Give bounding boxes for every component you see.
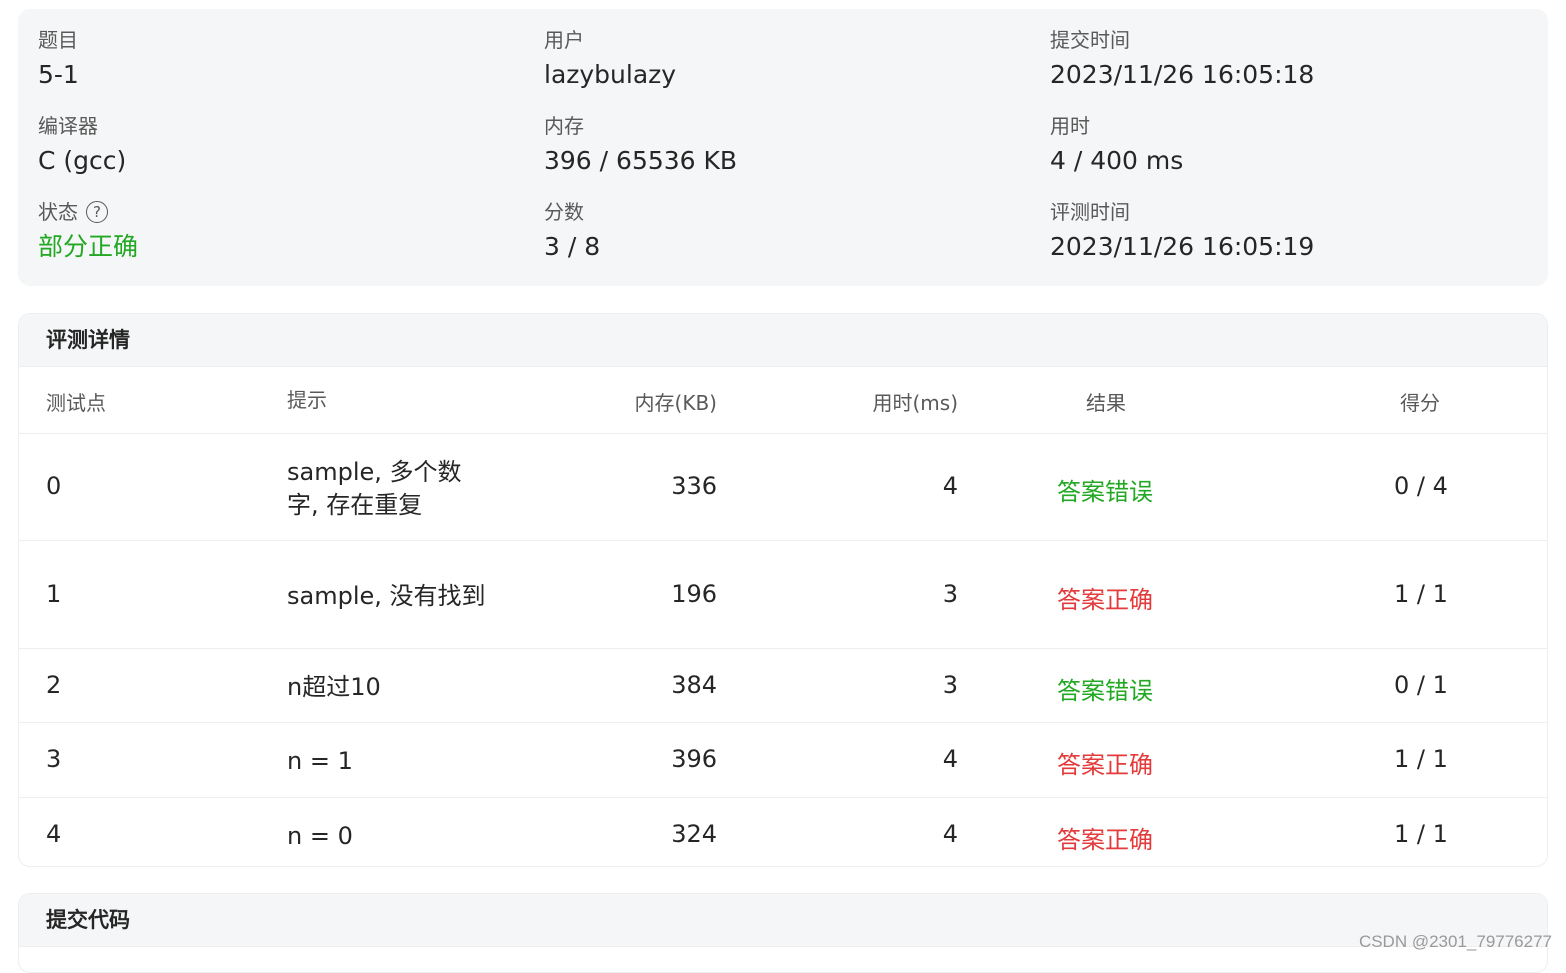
cell-result: 答案错误 — [1057, 677, 1153, 705]
cell-hint: sample, 没有找到 — [287, 582, 486, 610]
submit-time-value: 2023/11/26 16:05:18 — [1050, 60, 1315, 89]
cell-testcase: 1 — [46, 580, 62, 608]
col-time: 用时(ms) — [872, 391, 958, 415]
cell-testcase: 0 — [46, 472, 62, 500]
user-value: lazybulazy — [544, 60, 677, 89]
watermark: CSDN @2301_79776277 — [1358, 932, 1552, 951]
problem-value: 5-1 — [38, 60, 79, 89]
cell-result: 答案正确 — [1057, 826, 1153, 854]
table-row: 2 n超过10 384 3 答案错误 0 / 1 — [19, 649, 1547, 723]
judge-time-cell: 评测时间 2023/11/26 16:05:19 — [1050, 199, 1314, 263]
table-row: 1 sample, 没有找到 196 3 答案正确 1 / 1 — [19, 541, 1547, 649]
time-value: 4 / 400 ms — [1050, 146, 1184, 175]
cell-memory: 324 — [671, 820, 717, 848]
table-row: 4 n = 0 324 4 答案正确 1 / 1 — [19, 798, 1547, 866]
judge-time-label: 评测时间 — [1050, 200, 1130, 224]
score-label: 分数 — [544, 200, 584, 224]
submission-summary: 题目 5-1 用户 lazybulazy 提交时间 2023/11/26 16:… — [18, 9, 1548, 286]
cell-memory: 396 — [671, 745, 717, 773]
cell-result: 答案正确 — [1057, 586, 1153, 614]
table-body: 0 sample, 多个数字, 存在重复 336 4 答案错误 0 / 4 1 sample,… — [19, 434, 1547, 866]
submit-time-cell: 提交时间 2023/11/26 16:05:18 — [1050, 27, 1314, 91]
compiler-label: 编译器 — [38, 114, 98, 138]
judge-details-panel: 评测详情 测试点 提示 内存(KB) 用时(ms) 结果 得分 0 sample,… — [18, 313, 1548, 867]
cell-time: 4 — [942, 472, 958, 500]
cell-hint: n = 1 — [287, 747, 353, 775]
col-memory: 内存(KB) — [634, 391, 717, 415]
time-label: 用时 — [1050, 114, 1090, 138]
cell-memory: 336 — [671, 472, 717, 500]
score-value: 3 / 8 — [544, 232, 601, 261]
cell-hint: n超过10 — [287, 673, 381, 701]
cell-memory: 196 — [671, 580, 717, 608]
status-cell: 状态? 部分正确 — [38, 199, 138, 263]
cell-time: 3 — [942, 671, 958, 699]
cell-score: 1 / 1 — [1394, 820, 1448, 848]
cell-time: 4 — [942, 745, 958, 773]
col-score: 得分 — [1400, 391, 1440, 415]
col-testcase: 测试点 — [46, 391, 106, 415]
cell-time: 4 — [942, 820, 958, 848]
memory-cell: 内存 396 / 65536 KB — [544, 113, 737, 177]
cell-score: 0 / 4 — [1394, 472, 1448, 500]
cell-testcase: 4 — [46, 820, 62, 848]
memory-label: 内存 — [544, 114, 584, 138]
cell-score: 0 / 1 — [1394, 671, 1448, 699]
score-cell: 分数 3 / 8 — [544, 199, 600, 263]
problem-cell: 题目 5-1 — [38, 27, 79, 91]
judge-time-value: 2023/11/26 16:05:19 — [1050, 232, 1315, 261]
submitted-code-title: 提交代码 — [19, 894, 1547, 947]
table-header: 测试点 提示 内存(KB) 用时(ms) 结果 得分 — [19, 367, 1547, 434]
help-icon[interactable]: ? — [86, 200, 108, 223]
user-label: 用户 — [544, 28, 584, 52]
submitted-code-panel: 提交代码 — [18, 893, 1548, 973]
cell-memory: 384 — [671, 671, 717, 699]
table-row: 0 sample, 多个数字, 存在重复 336 4 答案错误 0 / 4 — [19, 434, 1547, 541]
cell-testcase: 3 — [46, 745, 62, 773]
compiler-value: C (gcc) — [38, 146, 127, 175]
compiler-cell: 编译器 C (gcc) — [38, 113, 126, 177]
cell-testcase: 2 — [46, 671, 62, 699]
memory-value: 396 / 65536 KB — [544, 146, 738, 175]
col-hint: 提示 — [287, 388, 327, 412]
user-cell: 用户 lazybulazy — [544, 27, 676, 91]
cell-score: 1 / 1 — [1394, 745, 1448, 773]
cell-hint: n = 0 — [287, 822, 353, 850]
cell-time: 3 — [942, 580, 958, 608]
cell-result: 答案正确 — [1057, 751, 1153, 779]
cell-score: 1 / 1 — [1394, 580, 1448, 608]
time-cell: 用时 4 / 400 ms — [1050, 113, 1183, 177]
judge-details-title: 评测详情 — [19, 314, 1547, 367]
status-value: 部分正确 — [38, 232, 139, 261]
cell-result: 答案错误 — [1057, 478, 1153, 506]
col-result: 结果 — [1086, 391, 1126, 415]
status-label: 状态 — [38, 200, 78, 224]
submit-time-label: 提交时间 — [1050, 28, 1130, 52]
cell-hint: sample, 多个数字, 存在重复 — [287, 458, 462, 519]
problem-label: 题目 — [38, 28, 78, 52]
table-row: 3 n = 1 396 4 答案正确 1 / 1 — [19, 723, 1547, 798]
